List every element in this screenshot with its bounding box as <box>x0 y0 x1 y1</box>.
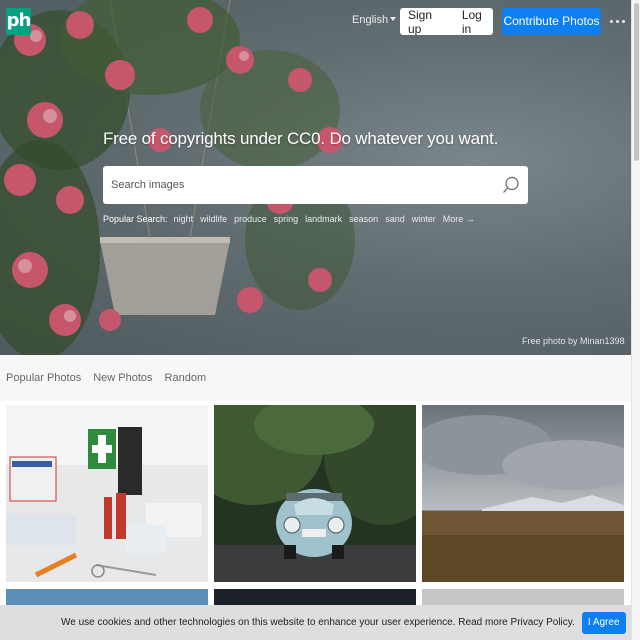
page-scrollbar[interactable] <box>631 0 640 640</box>
popular-more-link[interactable]: More → <box>443 214 475 224</box>
language-selector[interactable]: English <box>352 14 397 26</box>
login-button[interactable]: Log in <box>462 8 493 36</box>
popular-tag[interactable]: produce <box>234 214 267 224</box>
cookie-banner: We use cookies and other technologies on… <box>0 605 631 640</box>
popular-tag[interactable]: sand <box>385 214 405 224</box>
tab-new-photos[interactable]: New Photos <box>93 372 152 384</box>
search-bar <box>103 166 528 204</box>
photo-field-mountains[interactable] <box>422 405 624 582</box>
popular-tag[interactable]: spring <box>274 214 299 224</box>
auth-buttons: Sign up Log in <box>400 8 493 36</box>
site-logo[interactable]: ph <box>6 8 31 35</box>
hero-headline: Free of copyrights under CC0. Do whateve… <box>103 129 499 148</box>
cookie-message: We use cookies and other technologies on… <box>61 617 575 628</box>
photo-vintage-car[interactable] <box>214 405 416 582</box>
photo-tabs: Popular Photos New Photos Random <box>0 355 631 401</box>
photo-first-aid-kit[interactable] <box>6 405 208 582</box>
popular-tag[interactable]: season <box>349 214 378 224</box>
popular-search-label: Popular Search: <box>103 214 168 224</box>
popular-tag[interactable]: wildlife <box>200 214 227 224</box>
chevron-down-icon <box>390 17 397 21</box>
popular-search: Popular Search: night wildlife produce s… <box>103 214 475 224</box>
popular-tag[interactable]: night <box>174 214 194 224</box>
popular-tag[interactable]: landmark <box>305 214 342 224</box>
scrollbar-thumb[interactable] <box>634 3 639 161</box>
popular-tag[interactable]: winter <box>412 214 436 224</box>
tab-popular-photos[interactable]: Popular Photos <box>6 372 81 384</box>
cookie-agree-button[interactable]: I Agree <box>581 611 626 634</box>
tab-random[interactable]: Random <box>165 372 207 384</box>
search-input[interactable] <box>103 166 493 204</box>
more-menu-icon[interactable] <box>610 13 628 27</box>
language-label: English <box>352 14 389 26</box>
signup-button[interactable]: Sign up <box>408 8 447 36</box>
photo-credit[interactable]: Free photo by Minan1398 <box>522 336 625 346</box>
search-icon[interactable] <box>502 176 520 194</box>
contribute-photos-button[interactable]: Contribute Photos <box>502 8 601 35</box>
